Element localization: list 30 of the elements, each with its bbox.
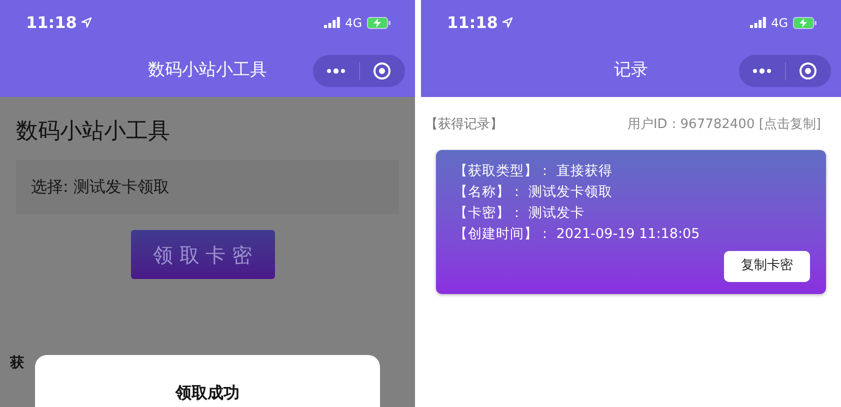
record-line: 【名称】： 测试发卡领取 xyxy=(454,182,614,202)
close-target-icon[interactable] xyxy=(373,62,392,80)
record-line: 【创建时间】： 2021-09-19 11:18:05 xyxy=(454,224,701,244)
location-arrow-icon xyxy=(502,17,513,28)
network-type: 4G xyxy=(345,14,362,32)
more-dots-icon[interactable] xyxy=(326,68,346,74)
record-line: 【获取类型】： 直接获得 xyxy=(454,162,614,180)
record-line: 【卡密】： 测试发卡 xyxy=(454,204,586,222)
section-label: 【获得记录】 xyxy=(425,116,503,134)
nav-title: 数码小站小工具 xyxy=(148,59,267,82)
dialog-title: 领取成功 xyxy=(176,385,240,404)
close-target-icon[interactable] xyxy=(799,62,818,80)
signal-bars-icon xyxy=(750,17,766,28)
claim-card-button[interactable]: 领 取 卡 密 xyxy=(130,230,274,279)
charging-battery-icon xyxy=(367,16,391,28)
clock-time: 11:18 xyxy=(447,12,498,34)
location-arrow-icon xyxy=(80,17,92,28)
selection-text: 选择: 测试发卡领取 xyxy=(31,176,170,198)
user-id-link[interactable]: 用户ID：967782400 [点击复制] xyxy=(627,115,821,134)
capsule-menu[interactable] xyxy=(313,55,405,87)
nav-title: 记录 xyxy=(614,59,648,82)
network-type: 4G xyxy=(771,14,788,32)
copy-card-button[interactable]: 复制卡密 xyxy=(724,250,810,282)
signal-bars-icon xyxy=(324,17,340,28)
more-dots-icon[interactable] xyxy=(752,68,772,74)
charging-battery-icon xyxy=(793,16,817,28)
capsule-menu[interactable] xyxy=(739,55,831,87)
obtained-label: 获 xyxy=(10,354,25,373)
clock-time: 11:18 xyxy=(26,12,77,34)
page-title: 数码小站小工具 xyxy=(16,118,171,146)
